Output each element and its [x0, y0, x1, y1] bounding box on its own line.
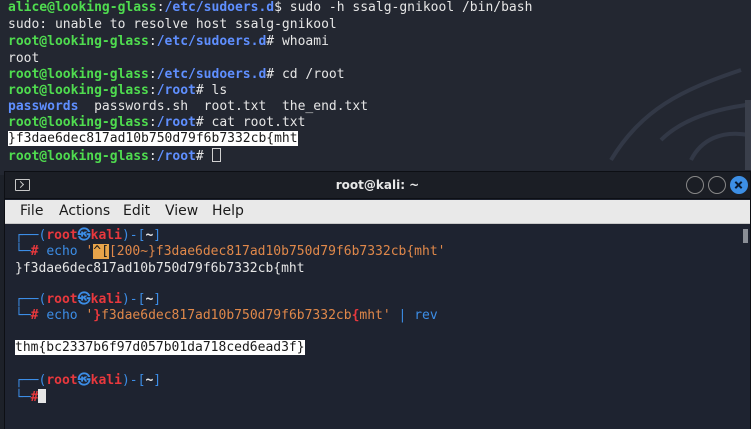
menu-file[interactable]: File — [20, 203, 43, 219]
terminal-cursor — [211, 148, 221, 162]
kali-terminal-window: root@kali: ~ File Actions Edit View Help… — [4, 171, 751, 429]
terminal-line: passwords passwords.sh root.txt the_end.… — [8, 99, 369, 114]
command-line: └─# echo '}f3dae6dec817ad10b750d79f6b733… — [15, 308, 438, 323]
terminal-cursor — [38, 389, 47, 403]
scrollbar-thumb[interactable] — [743, 229, 748, 243]
prompt-line: ┌──(root㉿kali)-[~] — [15, 292, 162, 307]
output-line: }f3dae6dec817ad10b750d79f6b7332cb{mht — [15, 261, 305, 276]
background-scrollbar[interactable] — [745, 100, 751, 170]
kali-dragon-watermark-icon — [609, 68, 750, 162]
terminal-line: root@looking-glass:/etc/sudoers.d# cd /r… — [8, 67, 345, 82]
selected-flag-text[interactable]: thm{bc2337b6f97d057b01da718ced6ead3f} — [15, 340, 305, 355]
terminal-line: root@looking-glass:/root# cat root.txt — [8, 115, 306, 130]
output-line: thm{bc2337b6f97d057b01da718ced6ead3f} — [15, 340, 305, 356]
prompt-line: ┌──(root㉿kali)-[~] — [15, 228, 162, 243]
menu-view[interactable]: View — [165, 203, 198, 219]
menu-actions[interactable]: Actions — [59, 203, 110, 219]
terminal-line: root@looking-glass:/root# ls — [8, 83, 228, 98]
close-button[interactable] — [730, 176, 748, 194]
terminal-line: alice@looking-glass:/etc/sudoers.d$ sudo… — [8, 0, 533, 15]
terminal-line: root@looking-glass:/etc/sudoers.d# whoam… — [8, 34, 329, 49]
menu-edit[interactable]: Edit — [123, 203, 150, 219]
scrollbar[interactable] — [740, 225, 750, 429]
background-terminal: alice@looking-glass:/etc/sudoers.d$ sudo… — [0, 0, 751, 175]
terminal-line: }f3dae6dec817ad10b750d79f6b7332cb{mht — [8, 131, 298, 147]
menu-help[interactable]: Help — [212, 203, 244, 219]
terminal-line: sudo: unable to resolve host ssalg-gniko… — [8, 17, 337, 32]
window-title: root@kali: ~ — [335, 178, 420, 192]
menu-bar: File Actions Edit View Help — [5, 200, 750, 224]
title-bar[interactable]: root@kali: ~ — [5, 172, 750, 199]
terminal-line: root — [8, 51, 40, 66]
maximize-button[interactable] — [708, 176, 726, 194]
command-line: └─# echo '^[[200~}f3dae6dec817ad10b750d7… — [15, 244, 446, 259]
terminal-line: root@looking-glass:/root# — [8, 148, 221, 165]
terminal-output[interactable]: ┌──(root㉿kali)-[~] └─# echo '^[[200~}f3d… — [5, 225, 750, 429]
minimize-button[interactable] — [686, 176, 704, 194]
selected-text[interactable]: }f3dae6dec817ad10b750d79f6b7332cb{mht — [8, 131, 298, 146]
prompt-line: ┌──(root㉿kali)-[~] — [15, 373, 162, 388]
command-line: └─# — [15, 389, 47, 406]
